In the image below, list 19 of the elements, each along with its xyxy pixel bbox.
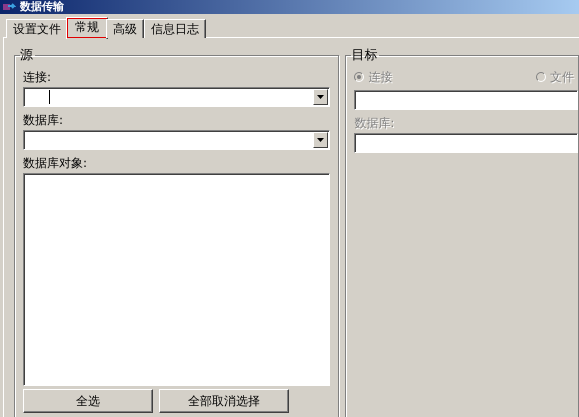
database-dropdown[interactable] (23, 130, 330, 150)
group-title: 源 (20, 47, 34, 64)
connection-dropdown[interactable] (23, 87, 330, 107)
text-cursor (49, 90, 50, 104)
field-label: 连接: (23, 70, 52, 84)
action-button[interactable]: 全选 (23, 389, 153, 413)
tab[interactable]: 高级 (106, 19, 144, 38)
tab[interactable]: 信息日志 (144, 19, 206, 38)
database-field[interactable] (354, 133, 578, 153)
tab[interactable]: 常规 (66, 17, 108, 39)
field-label: 数据库: (354, 116, 396, 130)
connection-field[interactable] (354, 90, 578, 110)
field-label: 数据库: (23, 113, 64, 127)
group-title: 目标 (351, 47, 378, 64)
action-button[interactable]: 全部取消选择 (159, 389, 289, 413)
field-label: 数据库对象: (23, 156, 88, 170)
app-icon (2, 2, 16, 12)
tab[interactable]: 设置文件 (6, 19, 68, 38)
window-title: 数据传输 (20, 0, 64, 14)
